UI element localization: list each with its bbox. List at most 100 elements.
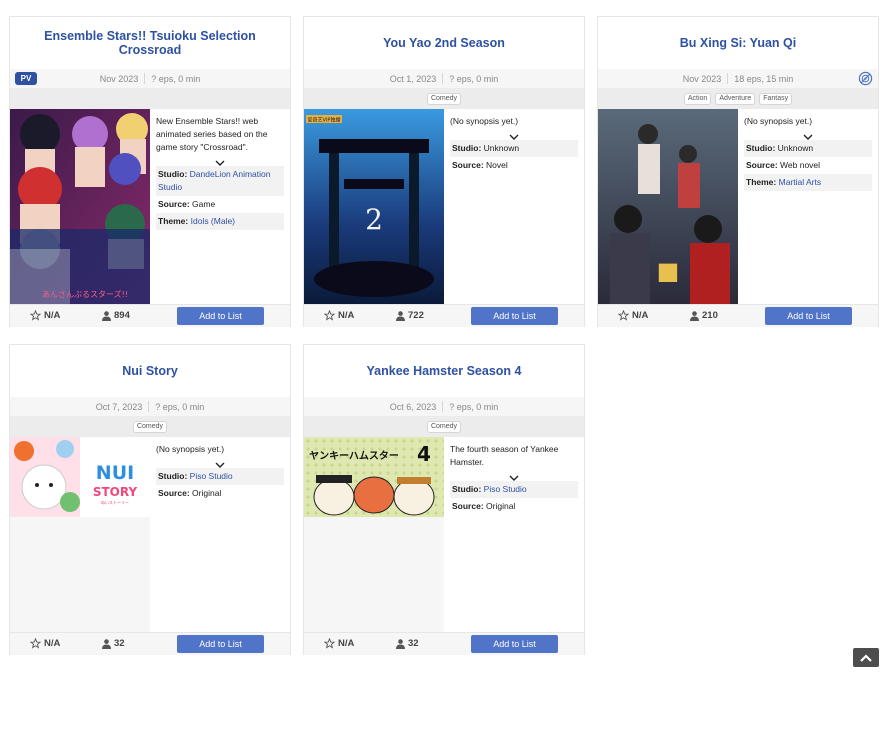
genre-tag[interactable]: Fantasy <box>759 92 793 105</box>
members-count: 210 <box>702 310 718 321</box>
studio-link[interactable]: Piso Studio <box>190 471 233 481</box>
properties: Studio: Unknown Source: Novel <box>450 140 578 174</box>
card-footer: N/A 32 Add to List <box>304 632 584 655</box>
genre-tag[interactable]: Comedy <box>426 420 462 433</box>
user-icon <box>690 310 699 321</box>
studio-row: Studio: DandeLion Animation Studio <box>156 166 284 196</box>
poster-image[interactable]: ■ <box>598 109 738 304</box>
chevron-down-icon[interactable] <box>444 128 584 140</box>
genre-bar <box>10 88 290 109</box>
pv-badge[interactable]: PV <box>15 72 37 85</box>
user-icon <box>102 638 111 649</box>
divider <box>442 73 444 84</box>
score: N/A <box>618 310 648 321</box>
genre-tag[interactable]: Comedy <box>426 92 462 105</box>
poster-art: 2 爱奇艺VIP独播 <box>304 109 444 304</box>
synopsis-text: The fourth season of Yankee Hamster. <box>450 444 559 467</box>
nui-logo-sub: ぬいストーリー <box>101 500 129 505</box>
studio-value: Unknown <box>777 143 814 153</box>
members-count: 722 <box>408 310 424 321</box>
studio-label: Studio: <box>158 169 188 179</box>
anime-card: You Yao 2nd Season Oct 1, 2023 ? eps, 0 … <box>303 16 585 327</box>
genre-bar: Action Adventure Fantasy <box>598 88 878 109</box>
star-icon <box>324 638 335 649</box>
page-bottom <box>0 665 887 750</box>
poster-image[interactable]: NUI STORY ぬいストーリー <box>10 437 150 632</box>
svg-text:■: ■ <box>657 257 680 285</box>
info-bar: Nov 2023 18 eps, 15 min <box>598 69 878 88</box>
properties: Studio: Piso Studio Source: Original <box>450 481 578 515</box>
studio-label: Studio: <box>158 471 188 481</box>
source-value: Game <box>192 199 216 209</box>
genre-tag[interactable]: Action <box>683 92 712 105</box>
anime-title-link[interactable]: Yankee Hamster Season 4 <box>367 364 522 378</box>
anime-title-link[interactable]: Bu Xing Si: Yuan Qi <box>680 36 796 50</box>
theme-label: Theme: <box>746 177 777 187</box>
genre-tag[interactable]: Adventure <box>715 92 756 105</box>
yankee-title: ヤンキーハムスター <box>309 450 399 462</box>
air-date: Oct 7, 2023 <box>95 401 143 412</box>
studio-row: Studio: Unknown <box>744 140 872 157</box>
members-count: 894 <box>114 310 130 321</box>
synopsis-text: (No synopsis yet.) <box>156 444 225 454</box>
add-to-list-button[interactable]: Add to List <box>765 307 852 325</box>
theme-row: Theme: Martial Arts <box>744 174 872 191</box>
score: N/A <box>324 638 354 649</box>
studio-link[interactable]: Piso Studio <box>484 484 527 494</box>
source-row: Source: Original <box>156 485 284 502</box>
synopsis-panel: (No synopsis yet.) Studio: Unknown Sourc… <box>444 109 584 304</box>
poster-image[interactable]: ヤンキーハムスター 4 <box>304 437 444 632</box>
source-label: Source: <box>452 501 484 511</box>
user-icon <box>396 638 405 649</box>
back-to-top-icon[interactable] <box>853 648 879 667</box>
divider <box>727 73 729 84</box>
info-bar: PV Nov 2023 ? eps, 0 min <box>10 69 290 88</box>
add-to-list-button[interactable]: Add to List <box>471 635 558 653</box>
poster-art: ■ <box>598 109 738 304</box>
chevron-down-icon[interactable] <box>444 469 584 481</box>
source-value: Original <box>486 501 516 511</box>
star-icon <box>324 310 335 321</box>
streaming-icon[interactable] <box>858 71 873 86</box>
studio-label: Studio: <box>452 484 482 494</box>
genre-tag[interactable]: Comedy <box>132 420 168 433</box>
anime-title-link[interactable]: Nui Story <box>122 364 178 378</box>
star-icon <box>30 310 41 321</box>
chevron-down-icon[interactable] <box>150 456 290 468</box>
source-label: Source: <box>158 488 190 498</box>
synopsis-text: (No synopsis yet.) <box>744 116 813 126</box>
star-icon <box>618 310 629 321</box>
card-footer: N/A 894 Add to List <box>10 304 290 327</box>
source-row: Source: Game <box>156 196 284 213</box>
episodes-info: ? eps, 0 min <box>449 73 499 84</box>
score-value: N/A <box>632 310 649 321</box>
score-value: N/A <box>44 638 61 649</box>
card-title-area: Nui Story <box>10 345 290 397</box>
divider <box>148 401 150 412</box>
synopsis-panel: The fourth season of Yankee Hamster. Stu… <box>444 437 584 632</box>
theme-link[interactable]: Idols (Male) <box>191 216 235 226</box>
score-value: N/A <box>338 638 355 649</box>
poster-image[interactable]: あんさんぶるスターズ!! <box>10 109 150 304</box>
theme-link[interactable]: Martial Arts <box>779 177 822 187</box>
members: 32 <box>396 638 419 649</box>
anime-title-link[interactable]: Ensemble Stars!! Tsuioku Selection Cross… <box>30 29 270 57</box>
anime-title-link[interactable]: You Yao 2nd Season <box>383 36 505 50</box>
poster-image[interactable]: 2 爱奇艺VIP独播 <box>304 109 444 304</box>
studio-row: Studio: Unknown <box>450 140 578 157</box>
properties: Studio: Unknown Source: Web novel Theme:… <box>744 140 872 191</box>
members: 210 <box>690 310 718 321</box>
studio-value: Unknown <box>483 143 520 153</box>
add-to-list-button[interactable]: Add to List <box>177 635 264 653</box>
card-footer: N/A 32 Add to List <box>10 632 290 655</box>
properties: Studio: DandeLion Animation Studio Sourc… <box>156 166 284 230</box>
card-title-area: Yankee Hamster Season 4 <box>304 345 584 397</box>
poster-art: NUI STORY ぬいストーリー <box>10 437 150 632</box>
chevron-down-icon[interactable] <box>150 154 290 166</box>
add-to-list-button[interactable]: Add to List <box>471 307 558 325</box>
add-to-list-button[interactable]: Add to List <box>177 307 264 325</box>
anime-card: Nui Story Oct 7, 2023 ? eps, 0 min Comed… <box>9 344 291 655</box>
chevron-down-icon[interactable] <box>738 128 878 140</box>
episodes-info: 18 eps, 15 min <box>734 73 794 84</box>
genre-bar: Comedy <box>304 88 584 109</box>
